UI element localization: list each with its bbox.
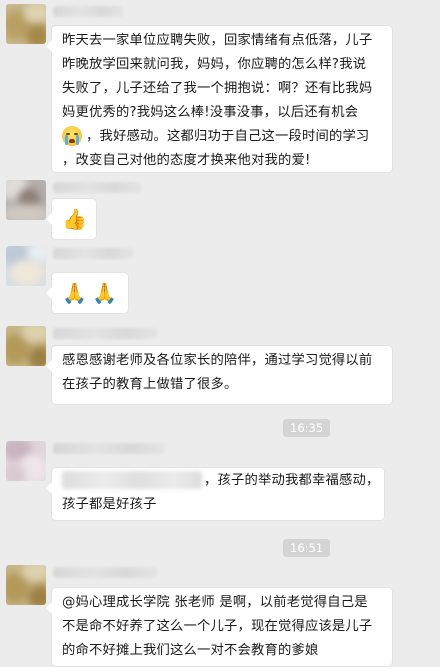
message-line: 昨晚放学回来就问我，妈妈，你应聘的怎么样?我说 [62,57,367,72]
message-line: @妈心理成长学院 张老师 是啊，以前老觉得自己是 [62,595,368,610]
avatar[interactable] [6,565,46,605]
message-bubble[interactable]: ，孩子的举动我都幸福感动， 孩子都是好孩子 [46,468,384,520]
sender-name [53,6,123,17]
message-bubble[interactable]: 昨天去一家单位应聘失败，回家情绪有点低落，儿子 昨晚放学回来就问我，妈妈，你应聘… [46,26,392,172]
mention-redacted [62,471,202,489]
sender-name [53,182,141,193]
sender-name [53,248,133,259]
message-line: 在孩子的教育上做错了很多。 [62,377,238,392]
message-line: ，改变自己对他的态度才换来他对我的爱! [62,153,311,168]
sender-name [53,567,157,578]
message-text: ，孩子的举动我都幸福感动， [204,473,380,488]
message-line: 妈更优秀的?我妈这么棒!没事没事，以后还有机会 [62,105,359,120]
avatar[interactable] [6,326,46,366]
message-line: 失败了，儿子还给了我一个拥抱说：啊？还有比我妈 [62,81,373,96]
message-line: 感恩感谢老师及各位家长的陪伴，通过学习觉得以前 [62,353,373,368]
crying-face-icon [62,126,82,146]
message-bubble[interactable]: 🙏 🙏 [46,273,128,313]
message-line: 的命不好摊上我们这么一对不会教育的爹娘 [62,643,319,658]
message-line: ，我好感动。这都归功于自己这一段时间的学习 [62,125,382,149]
avatar[interactable] [6,180,46,220]
timestamp: 16:35 [283,419,331,437]
message-bubble[interactable]: 感恩感谢老师及各位家长的陪伴，通过学习觉得以前 在孩子的教育上做错了很多。 [46,346,392,404]
avatar[interactable] [6,246,46,286]
sender-name [53,443,165,454]
message-line: 昨天去一家单位应聘失败，回家情绪有点低落，儿子 [62,33,373,48]
praying-hands-icon: 🙏 [92,281,118,305]
message-line: 孩子都是好孩子 [62,497,157,512]
message-line: ，孩子的举动我都幸福感动， [62,469,379,493]
avatar[interactable] [6,441,46,481]
praying-hands-icon: 🙏 [62,281,88,305]
sender-name [53,328,157,339]
timestamp: 16:51 [283,539,331,557]
message-line: 不是命不好养了这么一个儿子，现在觉得应该是儿子 [62,619,373,634]
avatar[interactable] [6,4,46,44]
message-bubble[interactable]: @妈心理成长学院 张老师 是啊，以前老觉得自己是 不是命不好养了这么一个儿子，现… [46,588,392,666]
message-text: ，我好感动。这都归功于自己这一段时间的学习 [86,129,370,144]
thumbs-up-icon: 👍 [62,207,88,231]
message-bubble[interactable]: 👍 [46,199,96,239]
